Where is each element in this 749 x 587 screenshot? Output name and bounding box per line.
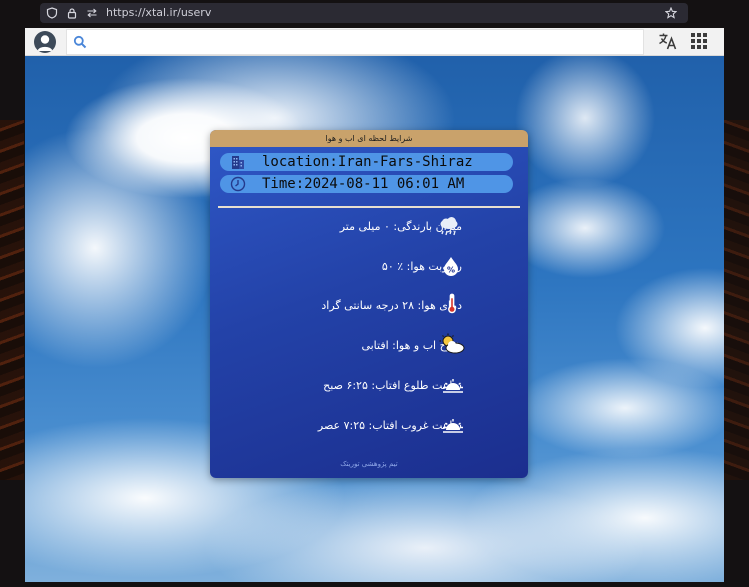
search-input[interactable] (66, 29, 644, 55)
shield-icon[interactable] (46, 7, 58, 19)
building-icon (232, 156, 244, 169)
search-icon (73, 35, 87, 49)
sunset-row: ساعت غروب افتاب: ۷:۲۵ عصر (317, 419, 462, 432)
svg-text:%: % (447, 266, 455, 275)
address-bar[interactable]: https://xtal.ir/userv (40, 3, 688, 23)
translate-icon[interactable] (658, 32, 678, 50)
web-page: شرایط لحظه ای اب و هوا location:Iran-Far… (25, 28, 724, 582)
time-pill: Time:2024-08-11 06:01 AM (220, 175, 513, 193)
widget-divider (218, 206, 520, 208)
avatar[interactable] (34, 31, 56, 53)
lock-icon[interactable] (66, 7, 78, 19)
rain-cloud-icon (440, 217, 458, 236)
page-top-bar (25, 28, 724, 56)
background-decoration-left (0, 120, 24, 480)
bookmark-star-icon[interactable] (665, 7, 677, 19)
weather-widget: شرایط لحظه ای اب و هوا location:Iran-Far… (210, 130, 528, 478)
clock-icon (230, 176, 246, 192)
user-avatar-icon (37, 35, 53, 51)
apps-grid-icon[interactable] (691, 33, 707, 49)
widget-header: شرایط لحظه ای اب و هوا (210, 130, 528, 147)
widget-footer: تیم پژوهشی توریتک (340, 460, 398, 468)
sunset-icon (443, 419, 463, 433)
location-text: location:Iran-Fars-Shiraz (262, 154, 473, 170)
sun-cloud-icon (439, 333, 465, 354)
humidity-drop-icon: % (444, 257, 458, 276)
background-decoration-right (723, 120, 749, 480)
location-pill: location:Iran-Fars-Shiraz (220, 153, 513, 171)
thermometer-icon (448, 293, 456, 314)
url-text[interactable]: https://xtal.ir/userv (106, 5, 211, 21)
connection-arrows-icon[interactable] (86, 7, 98, 19)
time-text: Time:2024-08-11 06:01 AM (262, 176, 465, 192)
sunrise-icon (443, 379, 463, 393)
